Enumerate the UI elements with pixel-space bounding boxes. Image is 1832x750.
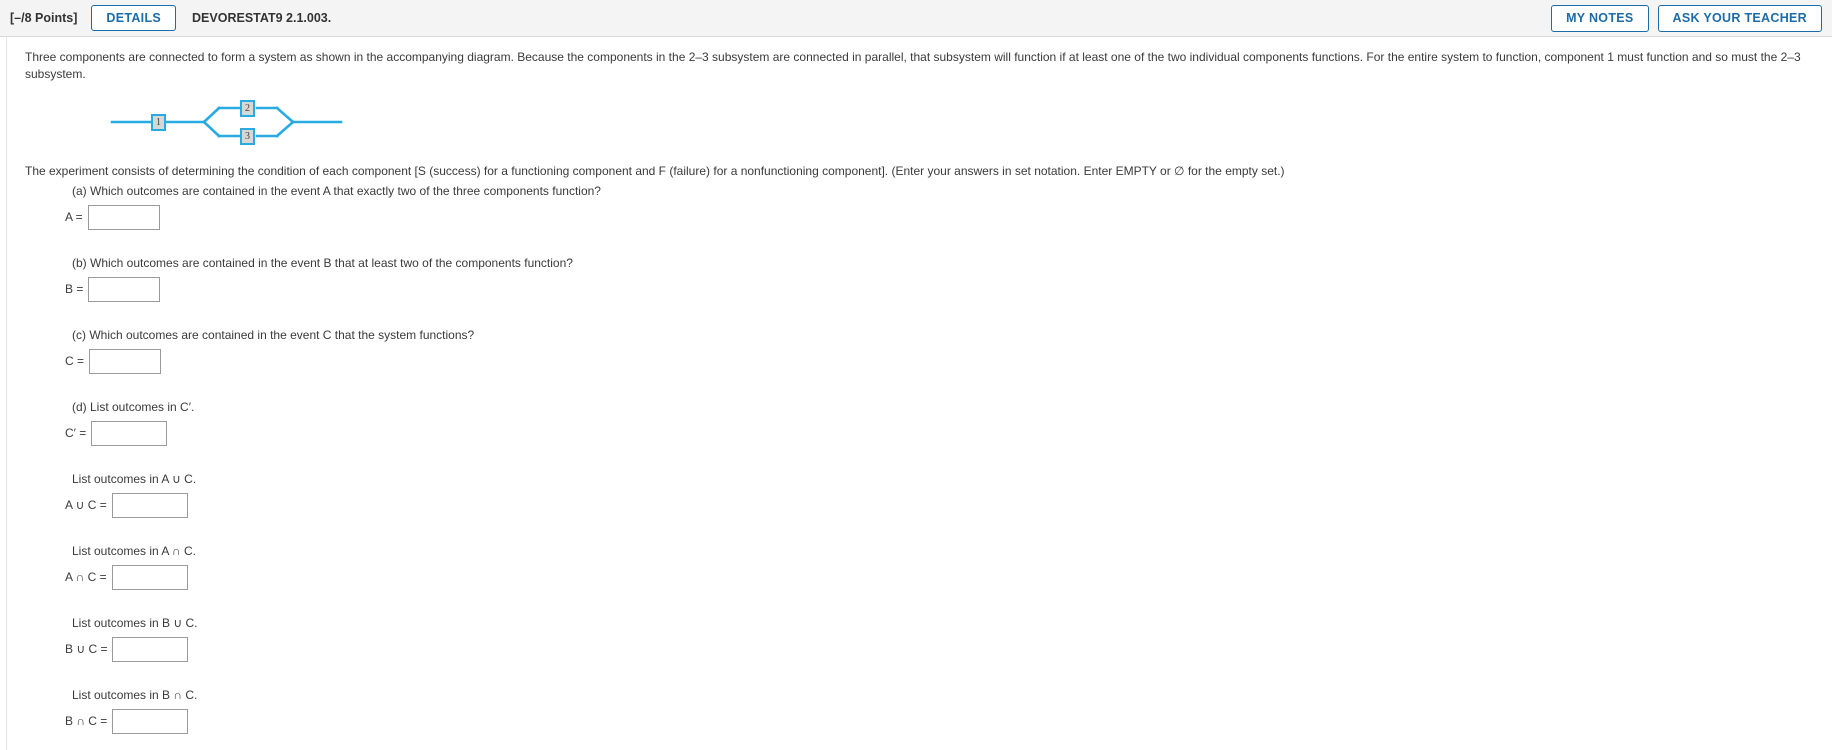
question-block: (d) List outcomes in C′. C′ =: [65, 400, 1818, 446]
answer-label: A ∩ C =: [65, 570, 107, 585]
answer-row: C =: [65, 348, 1818, 374]
question-prompt: (b) Which outcomes are contained in the …: [72, 255, 573, 270]
answer-b[interactable]: [88, 276, 161, 302]
answer-row: B ∪ C =: [65, 636, 1818, 662]
answer-label: C′ =: [65, 426, 87, 441]
question-prompt: List outcomes in A ∩ C.: [72, 543, 197, 558]
answer-a-intersect-c[interactable]: [111, 564, 188, 590]
ask-your-teacher-button[interactable]: ASK YOUR TEACHER: [1657, 5, 1822, 32]
intro-paragraph: Three components are connected to form a…: [25, 50, 1801, 82]
circuit-svg: [110, 105, 343, 138]
details-button[interactable]: DETAILS: [91, 4, 177, 32]
question-prompt: (c) Which outcomes are contained in the …: [72, 327, 475, 342]
answer-b-intersect-c[interactable]: [112, 708, 189, 734]
header-actions: MY NOTES ASK YOUR TEACHER: [1551, 0, 1822, 37]
answer-row: A ∩ C =: [65, 564, 1818, 590]
answer-a[interactable]: [87, 204, 160, 230]
my-notes-button[interactable]: MY NOTES: [1551, 5, 1649, 32]
answer-row: B =: [65, 276, 1818, 302]
answer-label: C =: [65, 354, 85, 369]
question-block: List outcomes in A ∩ C. A ∩ C =: [65, 544, 1818, 590]
question-block: (b) Which outcomes are contained in the …: [65, 256, 1818, 302]
question-block: List outcomes in B ∩ C. B ∩ C =: [65, 688, 1818, 734]
answer-label: B =: [65, 282, 84, 297]
wire-join-upper: [275, 105, 295, 124]
wire-split-upper: [202, 105, 221, 124]
question-block: List outcomes in B ∪ C. B ∪ C =: [65, 616, 1818, 662]
answer-a-union-c[interactable]: [111, 492, 188, 518]
answer-c[interactable]: [89, 348, 162, 374]
diagram-canvas: 1 2 3: [109, 94, 349, 161]
question-prompt: List outcomes in B ∩ C.: [72, 687, 198, 702]
question-block: (c) Which outcomes are contained in the …: [65, 328, 1818, 374]
question-header: [–/8 Points] DETAILS DEVORESTAT9 2.1.003…: [0, 0, 1832, 37]
answer-b-union-c[interactable]: [112, 636, 189, 662]
experiment-lead-text: The experiment consists of determining t…: [25, 163, 1285, 178]
question-prompt: List outcomes in A ∪ C.: [72, 471, 197, 486]
question-id-label: DEVORESTAT9 2.1.003.: [192, 11, 332, 25]
answer-row: A ∪ C =: [65, 492, 1818, 518]
question-prompt: (a) Which outcomes are contained in the …: [72, 183, 601, 198]
system-diagram: 1 2 3: [21, 94, 1818, 156]
answer-row: C′ =: [65, 420, 1818, 446]
question-body: Three components are connected to form a…: [6, 37, 1832, 750]
answer-label: B ∪ C =: [65, 642, 108, 657]
answer-row: B ∩ C =: [65, 708, 1818, 734]
component-box-1: 1: [151, 113, 166, 131]
question-prompt: (d) List outcomes in C′.: [72, 399, 195, 414]
component-box-2: 2: [240, 99, 255, 117]
answer-c-prime[interactable]: [91, 420, 168, 446]
question-block: (a) Which outcomes are contained in the …: [65, 184, 1818, 230]
wire-split-lower: [202, 119, 221, 138]
questions-container: (a) Which outcomes are contained in the …: [21, 184, 1818, 734]
answer-label: A ∪ C =: [65, 498, 107, 513]
question-block: List outcomes in A ∪ C. A ∪ C =: [65, 472, 1818, 518]
answer-row: A =: [65, 204, 1818, 230]
wire-join-lower: [275, 119, 295, 138]
component-box-3: 3: [240, 127, 255, 145]
answer-label: B ∩ C =: [65, 714, 108, 729]
points-label: [–/8 Points]: [10, 11, 78, 25]
question-prompt: List outcomes in B ∪ C.: [72, 615, 198, 630]
answer-label: A =: [65, 210, 83, 225]
